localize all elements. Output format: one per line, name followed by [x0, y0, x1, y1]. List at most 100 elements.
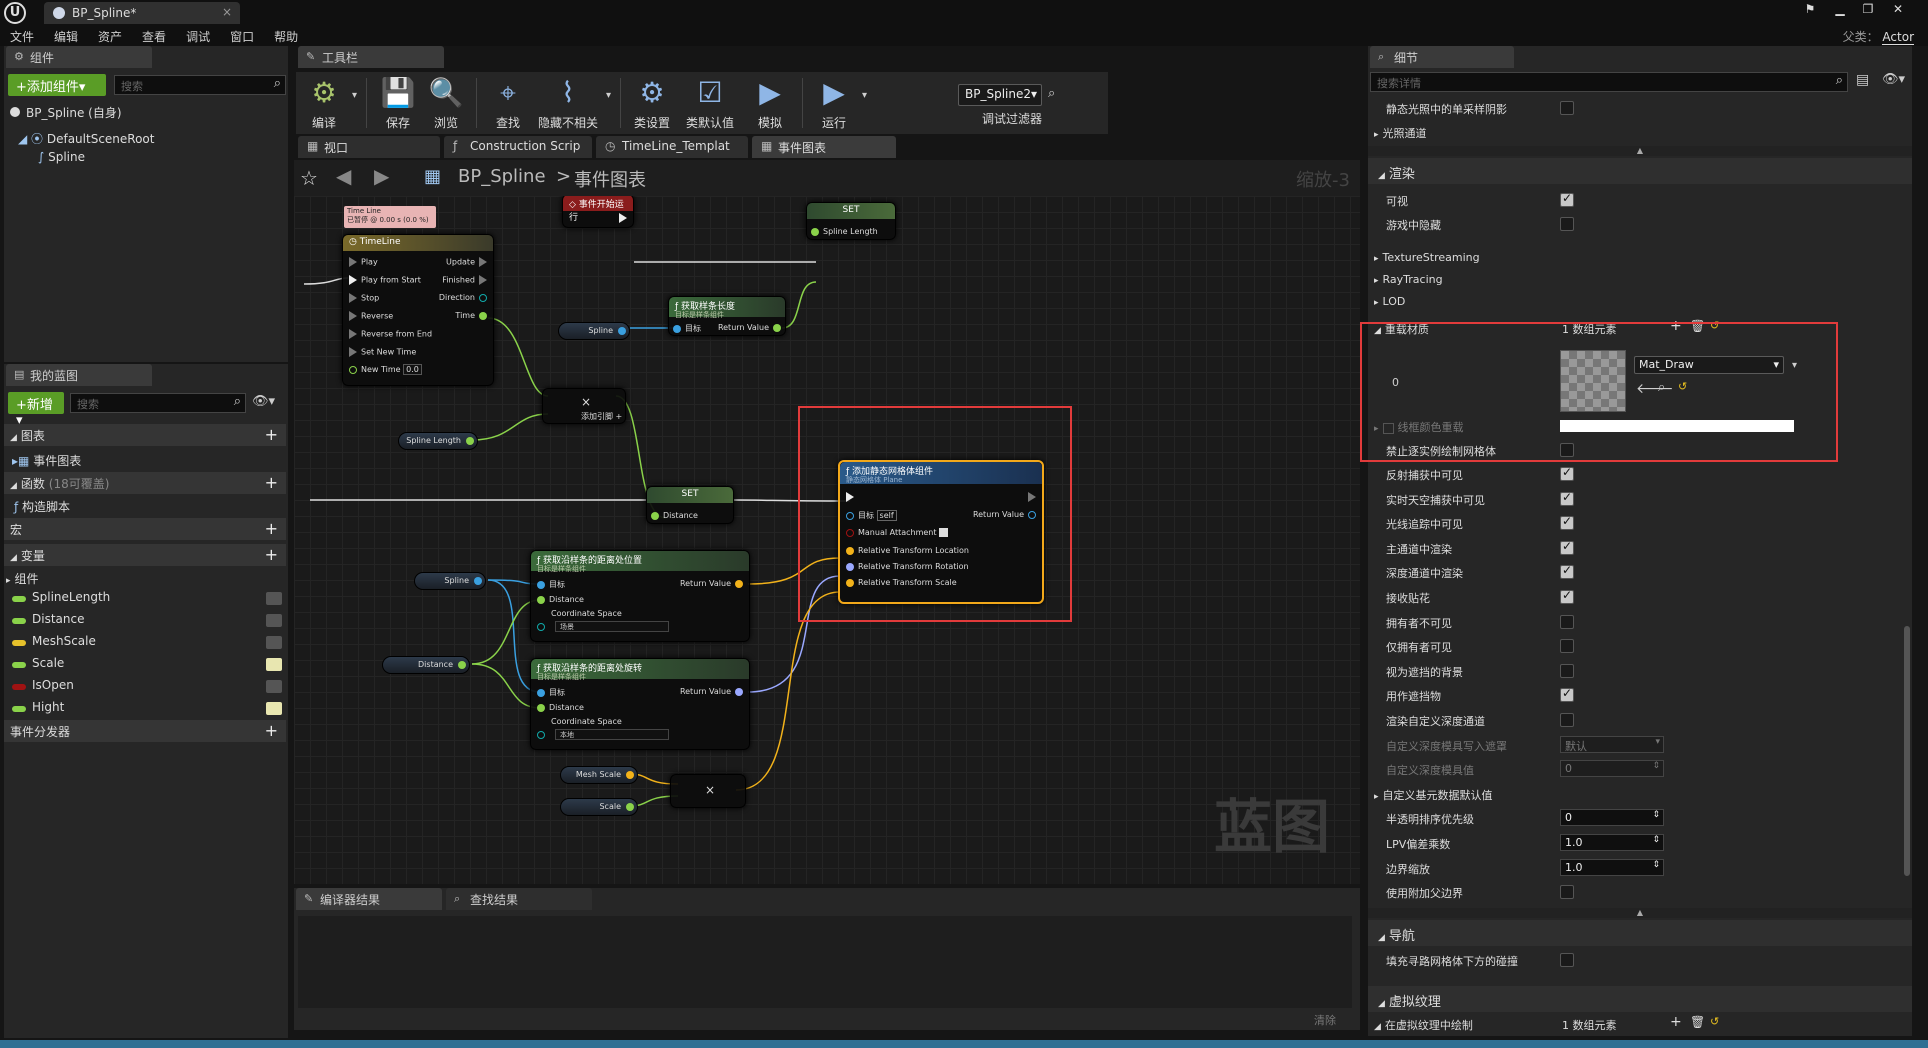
- add-element-icon[interactable]: +: [1670, 1014, 1682, 1030]
- hide-unrelated-button[interactable]: ⌇ 隐藏不相关: [534, 74, 602, 132]
- tab-compiler-results[interactable]: ✎ 编译器结果: [296, 888, 442, 910]
- property-value-field[interactable]: 0 ⇕: [1560, 760, 1664, 778]
- section-navigation[interactable]: ◢ 导航: [1368, 920, 1912, 946]
- document-tab[interactable]: BP_Spline* ×: [44, 2, 240, 24]
- breadcrumb-root[interactable]: BP_Spline: [458, 166, 546, 187]
- tree-self-item[interactable]: BP_Spline (自身): [10, 104, 122, 121]
- section-render[interactable]: ◢ 渲染: [1368, 158, 1912, 184]
- clear-button[interactable]: 清除: [1314, 1012, 1336, 1028]
- tab-viewport[interactable]: ▦ 视口: [298, 136, 440, 158]
- add-dispatcher-icon[interactable]: +: [265, 721, 278, 740]
- menu-asset[interactable]: 资产: [88, 26, 132, 45]
- property-checkbox[interactable]: [1560, 539, 1574, 555]
- play-button[interactable]: ▶ 运行: [808, 74, 860, 132]
- timeline-pin-reverse[interactable]: Reverse: [349, 311, 393, 321]
- parent-class-link[interactable]: Actor: [1882, 30, 1914, 45]
- static-shadow-checkbox[interactable]: [1560, 101, 1574, 115]
- property-checkbox[interactable]: [1560, 663, 1574, 678]
- property-value-field[interactable]: 0 ⇕: [1560, 809, 1664, 827]
- spline-variable-node[interactable]: Spline: [414, 572, 486, 590]
- set-spline-length-pin[interactable]: Spline Length: [811, 227, 878, 236]
- set-spline-length-node[interactable]: SET Spline Length: [806, 202, 896, 240]
- event-begin-play-node[interactable]: ◇ 事件开始运行: [562, 196, 634, 228]
- forward-arrow-icon[interactable]: ▶: [374, 164, 389, 188]
- add-float-node[interactable]: × 添加引脚 +: [542, 388, 626, 424]
- tab-timeline-template[interactable]: ◷ TimeLine_Templat: [596, 136, 748, 158]
- property-checkbox[interactable]: [1560, 563, 1574, 580]
- components-tab[interactable]: ⚙ 组件: [6, 46, 152, 68]
- variable-item[interactable]: SplineLength: [12, 590, 282, 612]
- instance-editable-eye-icon[interactable]: [266, 702, 282, 715]
- class-settings-button[interactable]: ⚙ 类设置: [626, 74, 678, 132]
- simulate-button[interactable]: ▶ 模拟: [744, 74, 796, 132]
- instance-editable-eye-icon[interactable]: [266, 680, 282, 693]
- hide-unrelated-chevron-icon[interactable]: ▾: [606, 90, 611, 101]
- collapse-advanced-icon[interactable]: ▲: [1368, 908, 1912, 918]
- property-checkbox[interactable]: [1560, 713, 1574, 727]
- get-location-target-pin[interactable]: 目标: [537, 579, 565, 590]
- timeline-pin-stop[interactable]: Stop: [349, 293, 379, 303]
- section-variables[interactable]: ◢ 变量 +: [4, 544, 286, 566]
- variable-item[interactable]: MeshScale: [12, 634, 282, 656]
- multiply-node[interactable]: ×: [670, 774, 746, 808]
- visible-checkbox[interactable]: [1560, 191, 1574, 207]
- section-dispatchers[interactable]: 事件分发器 +: [4, 720, 286, 742]
- tab-construction-script[interactable]: ƒ Construction Scrip: [444, 136, 592, 158]
- menu-view[interactable]: 查看: [132, 26, 176, 45]
- row-label[interactable]: ▸ 自定义基元数据默认值: [1374, 787, 1493, 803]
- reset-default-icon[interactable]: ↺: [1710, 1015, 1719, 1028]
- get-rotation-return-pin[interactable]: Return Value: [680, 687, 743, 696]
- construction-script-item[interactable]: ƒ 构造脚本: [14, 498, 70, 515]
- property-value-field[interactable]: 1.0 ⇕: [1560, 858, 1664, 876]
- my-blueprint-tab[interactable]: ▤ 我的蓝图: [6, 364, 152, 386]
- spline-variable-node[interactable]: Spline: [558, 322, 630, 340]
- view-options-eye-icon[interactable]: 👁▾: [1882, 72, 1905, 87]
- find-button[interactable]: ⌖ 查找: [482, 74, 534, 132]
- event-graph-item[interactable]: ▸▦ 事件图表: [12, 452, 81, 469]
- add-macro-icon[interactable]: +: [265, 519, 278, 538]
- close-window-button[interactable]: ✕: [1886, 2, 1910, 20]
- toolbar-tab[interactable]: ✎ 工具栏: [298, 46, 444, 68]
- class-defaults-button[interactable]: ☑ 类默认值: [678, 74, 742, 132]
- new-time-value[interactable]: 0.0: [403, 364, 422, 375]
- fill-collision-checkbox[interactable]: [1560, 953, 1574, 967]
- property-checkbox[interactable]: [1560, 490, 1574, 506]
- add-variable-icon[interactable]: +: [265, 545, 278, 564]
- details-scrollbar[interactable]: [1904, 626, 1910, 876]
- browse-button[interactable]: 🔍 浏览: [420, 74, 472, 132]
- maximize-button[interactable]: ❐: [1856, 2, 1880, 20]
- minimize-button[interactable]: ▁: [1828, 2, 1852, 20]
- save-button[interactable]: 💾 保存: [372, 74, 424, 132]
- menu-help[interactable]: 帮助: [264, 26, 308, 45]
- get-location-at-distance-node[interactable]: ƒ 获取沿样条的距离处位置 目标是样条组件 目标 Return Value Dis…: [530, 550, 750, 642]
- tab-find-results[interactable]: ⌕ 查找结果: [446, 888, 592, 910]
- variable-item[interactable]: Distance: [12, 612, 282, 634]
- tree-default-scene-root[interactable]: ◢ ⦿ DefaultSceneRoot: [18, 130, 154, 147]
- close-tab-icon[interactable]: ×: [222, 5, 232, 19]
- event-graph-canvas[interactable]: Time Line 已暂停 @ 0.00 s (0.0 %) ◷ TimeLin…: [294, 196, 1360, 884]
- get-rotation-at-distance-node[interactable]: ƒ 获取沿样条的距离处旋转 目标是样条组件 目标 Return Value Dis…: [530, 658, 750, 750]
- instance-editable-eye-icon[interactable]: [266, 658, 282, 671]
- components-group[interactable]: ▸ 组件: [6, 570, 39, 587]
- get-rotation-space-select[interactable]: 本地: [537, 729, 669, 740]
- new-button[interactable]: +新增▾: [8, 392, 64, 428]
- view-options-eye-icon[interactable]: 👁▾: [252, 394, 275, 409]
- timeline-pin-play-from-start[interactable]: Play from Start: [349, 275, 421, 285]
- section-virtual-texture[interactable]: ◢ 虚拟纹理: [1368, 986, 1912, 1012]
- delete-elements-icon[interactable]: 🗑: [1690, 1015, 1705, 1029]
- property-checkbox[interactable]: [1560, 639, 1574, 654]
- property-checkbox[interactable]: [1560, 614, 1574, 629]
- get-length-target-pin[interactable]: 目标: [673, 323, 701, 334]
- set-distance-node[interactable]: SET Distance: [646, 486, 734, 524]
- play-options-chevron-icon[interactable]: ▾: [862, 90, 867, 101]
- compile-options-chevron-icon[interactable]: ▾: [352, 90, 357, 101]
- timeline-pin-new-time[interactable]: New Time 0.0: [349, 364, 422, 375]
- tab-event-graph[interactable]: ▦ 事件图表: [752, 136, 896, 158]
- details-search-input[interactable]: 搜索详情 ⌕: [1370, 72, 1848, 92]
- collapse-advanced-icon[interactable]: ▲: [1368, 146, 1912, 156]
- variable-item[interactable]: IsOpen: [12, 678, 282, 700]
- timeline-node[interactable]: ◷ TimeLine Play Play from Start Stop Rev…: [342, 234, 494, 386]
- set-distance-pin[interactable]: Distance: [651, 511, 698, 520]
- source-control-icon[interactable]: ⚑: [1798, 2, 1822, 20]
- property-checkbox[interactable]: [1560, 686, 1574, 703]
